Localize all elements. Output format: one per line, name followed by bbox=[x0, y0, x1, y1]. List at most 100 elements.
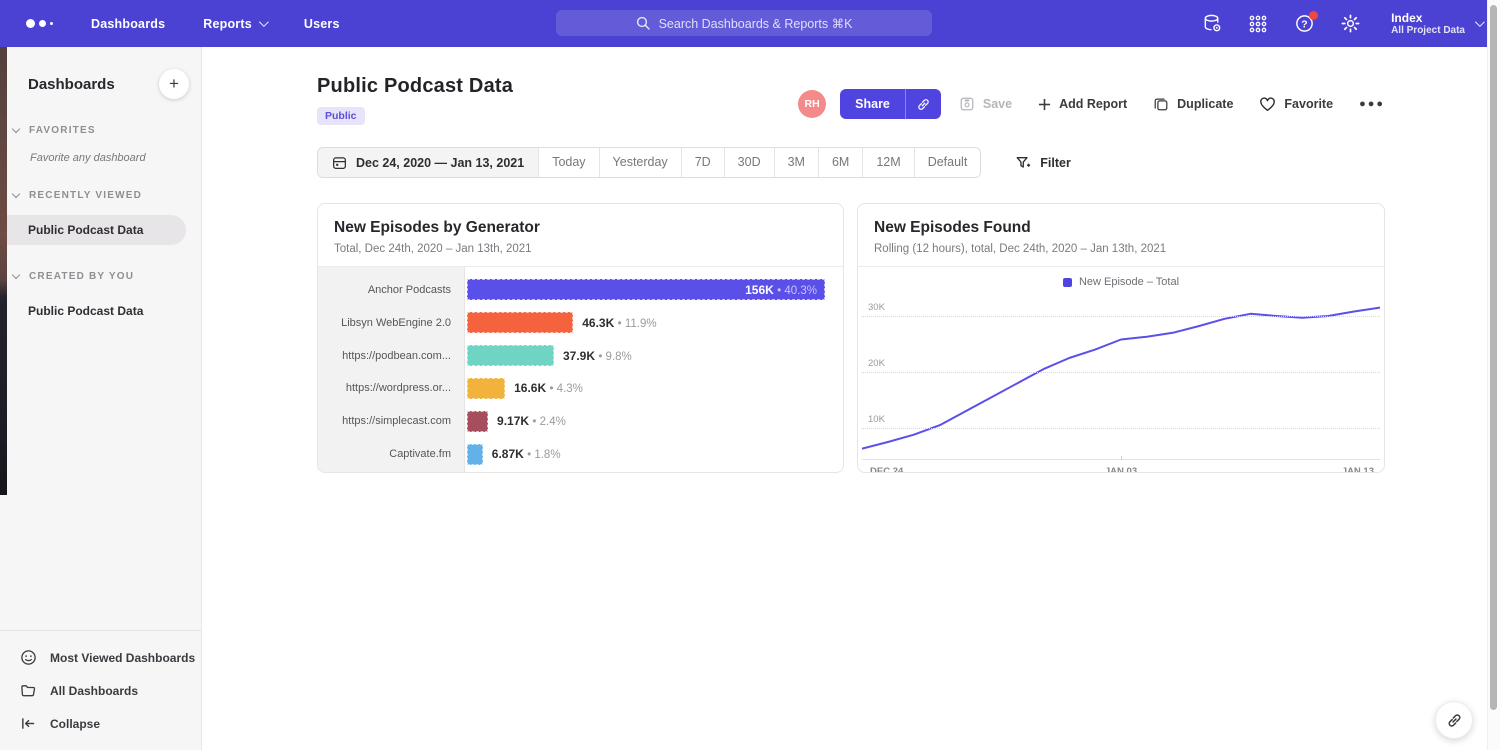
collapse-icon bbox=[20, 715, 37, 732]
bar-chart: Anchor Podcasts 156K • 40.3% Libsyn WebEng… bbox=[318, 267, 843, 473]
save-button[interactable]: Save bbox=[959, 96, 1012, 112]
duplicate-label: Duplicate bbox=[1177, 97, 1233, 111]
all-dashboards-link[interactable]: All Dashboards bbox=[0, 674, 201, 707]
link-icon bbox=[1446, 712, 1463, 729]
sidebar: Dashboards + FAVORITES Favorite any dash… bbox=[0, 47, 202, 750]
gridline bbox=[862, 372, 1380, 373]
section-created-by-you: CREATED BY YOU Public Podcast Data bbox=[0, 271, 201, 326]
x-axis-labels: DEC 24 JAN 03 JAN 13 bbox=[862, 460, 1380, 473]
sidebar-title: Dashboards bbox=[28, 76, 115, 93]
chevron-down-icon bbox=[12, 125, 20, 133]
sidebar-item-public-podcast-data-2[interactable]: Public Podcast Data bbox=[0, 296, 201, 326]
favorite-label: Favorite bbox=[1284, 97, 1333, 111]
add-dashboard-button[interactable]: + bbox=[159, 69, 189, 99]
project-name: Index bbox=[1391, 11, 1465, 25]
created-by-you-label: CREATED BY YOU bbox=[29, 271, 134, 282]
x-tick-jan03: JAN 03 bbox=[1105, 466, 1137, 473]
bar-value-label: 156K • 40.3% bbox=[745, 283, 817, 297]
x-tick-dec24: DEC 24 bbox=[870, 466, 903, 473]
date-preset-30d[interactable]: 30D bbox=[724, 148, 774, 177]
bar-chart-subtitle: Total, Dec 24th, 2020 – Jan 13th, 2021 bbox=[334, 243, 827, 255]
help-icon[interactable]: ? bbox=[1293, 13, 1315, 35]
date-range-button[interactable]: Dec 24, 2020 — Jan 13, 2021 bbox=[318, 148, 538, 177]
bar-value-label: 46.3K • 11.9% bbox=[582, 316, 656, 330]
date-preset-12m[interactable]: 12M bbox=[862, 148, 913, 177]
sidebar-footer: Most Viewed Dashboards All Dashboards Co… bbox=[0, 630, 201, 744]
line-chart-plot: 10K20K30K bbox=[862, 298, 1380, 460]
duplicate-button[interactable]: Duplicate bbox=[1153, 96, 1233, 112]
sidebar-item-public-podcast-data[interactable]: Public Podcast Data bbox=[0, 215, 186, 245]
date-controls-row: Dec 24, 2020 — Jan 13, 2021 TodayYesterd… bbox=[317, 147, 1385, 178]
line-chart-title: New Episodes Found bbox=[874, 219, 1368, 237]
nav-users[interactable]: Users bbox=[304, 17, 340, 31]
collapse-label: Collapse bbox=[50, 717, 100, 731]
bar-row: https://wordpress.or...16.6K • 4.3% bbox=[318, 374, 843, 402]
chevron-down-icon bbox=[259, 17, 269, 27]
filter-icon bbox=[1015, 155, 1031, 171]
share-link-button[interactable] bbox=[905, 89, 941, 119]
date-preset-today[interactable]: Today bbox=[538, 148, 598, 177]
filter-label: Filter bbox=[1040, 156, 1071, 170]
project-subtitle: All Project Data bbox=[1391, 25, 1465, 36]
date-preset-6m[interactable]: 6M bbox=[818, 148, 862, 177]
legend-label: New Episode – Total bbox=[1079, 276, 1179, 288]
date-preset-3m[interactable]: 3M bbox=[774, 148, 818, 177]
bar-category-label: https://podbean.com... bbox=[318, 350, 465, 362]
favorites-section-header[interactable]: FAVORITES bbox=[0, 125, 201, 136]
bar-category-label: Anchor Podcasts bbox=[318, 284, 465, 296]
filter-button[interactable]: Filter bbox=[1015, 155, 1071, 171]
date-preset-default[interactable]: Default bbox=[914, 148, 981, 177]
nav-dashboards[interactable]: Dashboards bbox=[91, 17, 165, 31]
bar-segment[interactable] bbox=[467, 312, 573, 333]
project-selector[interactable]: Index All Project Data bbox=[1391, 11, 1482, 36]
collapse-sidebar-button[interactable]: Collapse bbox=[0, 707, 201, 740]
y-axis-label: 10K bbox=[868, 414, 885, 425]
avatar[interactable]: RH bbox=[798, 90, 826, 118]
x-tick-jan13: JAN 13 bbox=[1342, 466, 1374, 473]
line-chart-legend: New Episode – Total bbox=[858, 267, 1384, 288]
gridline bbox=[862, 428, 1380, 429]
bar-segment[interactable] bbox=[467, 444, 483, 465]
share-button[interactable]: Share bbox=[840, 89, 905, 119]
apps-grid-icon[interactable] bbox=[1247, 13, 1269, 35]
window-edge-strip bbox=[0, 47, 7, 495]
recently-viewed-section-header[interactable]: RECENTLY VIEWED bbox=[0, 190, 201, 201]
notification-badge bbox=[1309, 11, 1318, 20]
settings-icon[interactable] bbox=[1339, 13, 1361, 35]
more-options-button[interactable]: ●●● bbox=[1359, 98, 1385, 110]
line-series bbox=[862, 298, 1380, 460]
data-management-icon[interactable] bbox=[1201, 13, 1223, 35]
add-report-button[interactable]: Add Report bbox=[1038, 97, 1127, 111]
section-recently-viewed: RECENTLY VIEWED Public Podcast Data bbox=[0, 190, 201, 245]
date-preset-7d[interactable]: 7D bbox=[681, 148, 724, 177]
nav-reports[interactable]: Reports bbox=[203, 17, 266, 31]
favorite-button[interactable]: Favorite bbox=[1259, 96, 1333, 113]
bar-segment[interactable] bbox=[467, 378, 505, 399]
bar-category-label: https://simplecast.com bbox=[318, 415, 465, 427]
search-input[interactable]: Search Dashboards & Reports ⌘K bbox=[556, 10, 932, 36]
app-logo[interactable] bbox=[26, 19, 53, 28]
bar-row: Libsyn WebEngine 2.046.3K • 11.9% bbox=[318, 309, 843, 337]
most-viewed-dashboards-link[interactable]: Most Viewed Dashboards bbox=[0, 641, 201, 674]
chevron-down-icon bbox=[1475, 17, 1485, 27]
card-new-episodes-by-generator: New Episodes by Generator Total, Dec 24t… bbox=[317, 203, 844, 473]
duplicate-icon bbox=[1153, 96, 1169, 112]
nav-dashboards-label: Dashboards bbox=[91, 17, 165, 31]
copy-link-floating-button[interactable] bbox=[1435, 701, 1473, 739]
card-new-episodes-found: New Episodes Found Rolling (12 hours), t… bbox=[857, 203, 1385, 473]
bar-value-label: 16.6K • 4.3% bbox=[514, 381, 583, 395]
legend-swatch bbox=[1063, 278, 1072, 287]
svg-text:?: ? bbox=[1301, 18, 1307, 30]
bar-row: Anchor Podcasts 156K • 40.3% bbox=[318, 276, 843, 304]
smiley-icon bbox=[20, 649, 37, 666]
plus-icon bbox=[1038, 98, 1051, 111]
date-preset-yesterday[interactable]: Yesterday bbox=[599, 148, 681, 177]
share-button-group: Share bbox=[840, 89, 941, 119]
bar-segment[interactable] bbox=[467, 411, 488, 432]
scrollbar-thumb[interactable] bbox=[1490, 5, 1497, 710]
bar-segment[interactable]: 156K • 40.3% bbox=[467, 279, 825, 300]
line-chart-subtitle: Rolling (12 hours), total, Dec 24th, 202… bbox=[874, 243, 1368, 255]
link-icon bbox=[916, 97, 931, 112]
created-by-you-section-header[interactable]: CREATED BY YOU bbox=[0, 271, 201, 282]
bar-segment[interactable] bbox=[467, 345, 554, 366]
